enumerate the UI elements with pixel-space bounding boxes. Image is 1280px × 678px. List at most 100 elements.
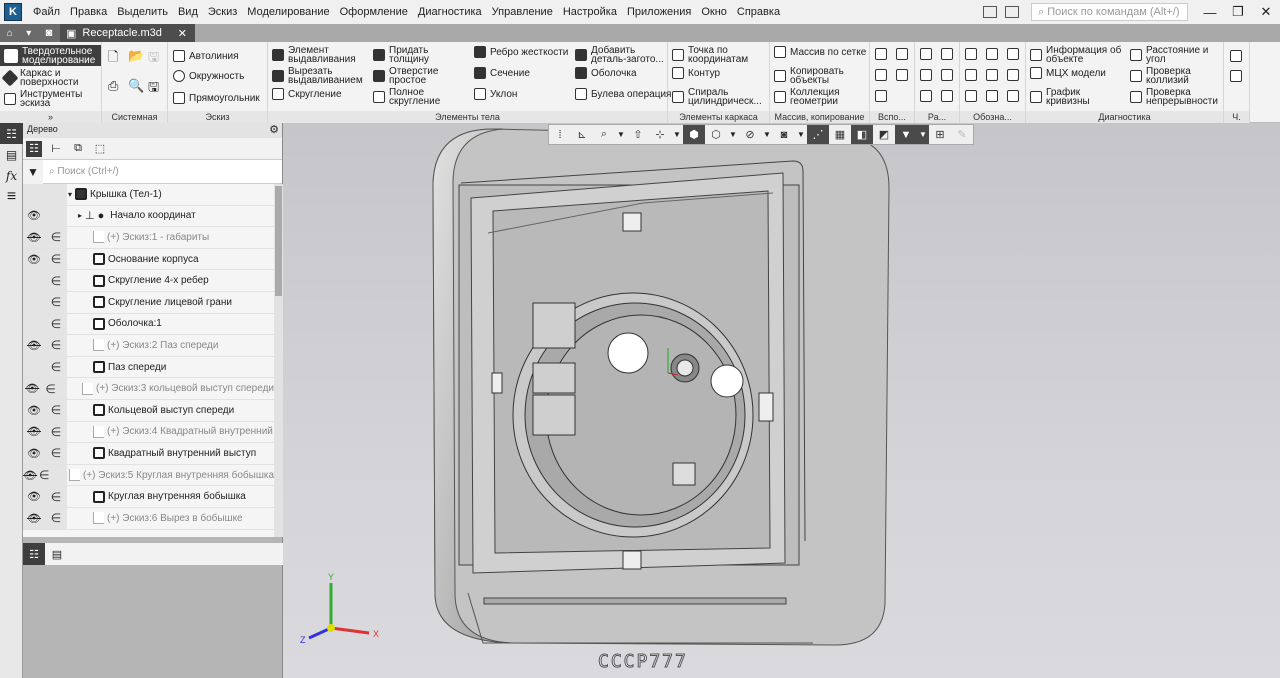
tool-icon[interactable]: [920, 69, 932, 81]
hide-dropdown[interactable]: ▼: [761, 130, 773, 139]
tool-icon[interactable]: [1007, 90, 1019, 102]
eye-icon[interactable]: 👁: [23, 447, 45, 460]
menu-item[interactable]: Управление: [487, 6, 558, 18]
tool-icon[interactable]: [986, 48, 998, 60]
expand-arrow-icon[interactable]: ▾: [67, 190, 75, 199]
tree-history-icon[interactable]: ⊢: [48, 141, 64, 157]
circle-button[interactable]: Окружность: [173, 70, 244, 82]
ribbon-button[interactable]: Вырезать выдавливанием: [272, 67, 369, 86]
menu-item[interactable]: Вид: [173, 6, 203, 18]
properties-panel-icon[interactable]: ▤: [0, 144, 23, 165]
properties-tab-icon[interactable]: ▤: [49, 546, 65, 562]
tool-icon[interactable]: [965, 90, 977, 102]
tool-icon[interactable]: [986, 90, 998, 102]
tree-row[interactable]: 👁 ∈ (+) Эскиз:3 кольцевой выступ спереди: [23, 378, 274, 400]
eye-icon[interactable]: 👁: [23, 382, 41, 395]
tool-icon[interactable]: [965, 69, 977, 81]
section-icon[interactable]: ▦: [829, 125, 851, 144]
tool-icon[interactable]: [920, 48, 932, 60]
close-tab-icon[interactable]: ✕: [178, 27, 187, 40]
minimize-button[interactable]: —: [1196, 5, 1224, 20]
tree-row[interactable]: ∈ Скругление лицевой грани: [23, 291, 274, 314]
visibility-icon[interactable]: ◙: [773, 125, 795, 144]
ribbon-button[interactable]: Добавить деталь-загото...: [575, 46, 672, 65]
ribbon-button[interactable]: Булева операция: [575, 88, 672, 100]
ribbon-button[interactable]: Спираль цилиндрическ...: [672, 88, 768, 107]
tree-parts-icon[interactable]: ⧉: [70, 141, 86, 157]
ribbon-button[interactable]: Копировать объекты: [774, 67, 868, 86]
ribbon-button[interactable]: Ребро жесткости: [474, 46, 571, 58]
new-file-icon[interactable]: 🗋: [108, 48, 128, 70]
ribbon-button[interactable]: Уклон: [474, 88, 571, 100]
chevron-down-icon[interactable]: ▾: [26, 28, 31, 39]
ribbon-button[interactable]: Проверка непрерывности: [1130, 88, 1226, 107]
visibility-dropdown[interactable]: ▼: [795, 130, 807, 139]
filter-dropdown[interactable]: ▼: [917, 125, 929, 144]
tree-row[interactable]: ▾ Крышка (Тел-1): [23, 184, 274, 206]
tree-row[interactable]: ∈ Оболочка:1: [23, 313, 274, 336]
menu-item[interactable]: Оформление: [335, 6, 413, 18]
ribbon-button[interactable]: Отверстие простое: [373, 67, 470, 86]
eye-icon[interactable]: 👁: [23, 425, 45, 438]
scroll-thumb[interactable]: [275, 186, 282, 296]
tool-icon[interactable]: [875, 90, 887, 102]
menu-item[interactable]: Правка: [65, 6, 112, 18]
ribbon-button[interactable]: Полное скругление: [373, 88, 470, 107]
ribbon-button[interactable]: Коллекция геометрии: [774, 88, 868, 107]
tree-tab-icon[interactable]: ☷: [23, 543, 45, 565]
wireframe-icon[interactable]: ⬡: [705, 125, 727, 144]
zoom-icon[interactable]: ⌕: [593, 125, 615, 144]
ribbon-button[interactable]: Оболочка: [575, 67, 672, 79]
menu-item[interactable]: Справка: [732, 6, 785, 18]
ribbon-button[interactable]: Контур: [672, 67, 768, 79]
expand-icon[interactable]: »: [0, 111, 101, 123]
filter-view-icon[interactable]: ▼: [895, 125, 917, 144]
mode-sketch-tools[interactable]: Инструменты эскиза: [0, 88, 101, 109]
ribbon-button[interactable]: График кривизны: [1030, 88, 1126, 107]
view-icon[interactable]: [1230, 50, 1242, 62]
menu-item[interactable]: Файл: [28, 6, 65, 18]
gear-icon[interactable]: ⚙: [269, 123, 279, 136]
tree-panel-icon[interactable]: ☷: [0, 123, 23, 144]
tree-row[interactable]: 👁 ∈ (+) Эскиз:4 Квадратный внутренний: [23, 421, 274, 444]
filter-icon[interactable]: ▼: [23, 159, 43, 184]
ribbon-button[interactable]: Элемент выдавливания: [272, 46, 369, 65]
close-button[interactable]: ✕: [1252, 4, 1280, 20]
eye-icon[interactable]: 👁: [23, 231, 45, 244]
tool-icon[interactable]: [1007, 69, 1019, 81]
tool-icon[interactable]: [965, 48, 977, 60]
ribbon-button[interactable]: МЦХ модели: [1030, 67, 1126, 79]
tool-icon[interactable]: [1007, 48, 1019, 60]
ribbon-button[interactable]: Информация об объекте: [1030, 46, 1126, 65]
tool-icon[interactable]: [941, 69, 953, 81]
perspective-icon[interactable]: ◧: [851, 125, 873, 144]
eye-icon[interactable]: 👁: [23, 253, 45, 266]
render-icon[interactable]: ◩: [873, 125, 895, 144]
tool-icon[interactable]: [941, 90, 953, 102]
tool-icon[interactable]: [896, 69, 908, 81]
tool-icon[interactable]: [875, 69, 887, 81]
tree-structure-icon[interactable]: ☷: [26, 140, 42, 157]
rectangle-button[interactable]: Прямоугольник: [173, 92, 260, 104]
tree-row[interactable]: 👁 ∈ Кольцевой выступ спереди: [23, 399, 274, 422]
tool-icon[interactable]: [920, 90, 932, 102]
axes-dropdown[interactable]: ▼: [671, 130, 683, 139]
tab-receptacle[interactable]: ▣ Receptacle.m3d ✕: [60, 24, 195, 42]
tree-scrollbar[interactable]: [274, 184, 283, 537]
ribbon-button[interactable]: Проверка коллизий: [1130, 67, 1226, 86]
pan-icon[interactable]: ⇧: [627, 125, 649, 144]
zoom-dropdown[interactable]: ▼: [615, 130, 627, 139]
constraints-icon[interactable]: ⋰: [807, 125, 829, 144]
3d-viewport[interactable]: Y X Z ⁞ ⊾ ⌕ ▼ ⇧ ⊹ ▼ ⬢ ⬡ ▼ ⊘ ▼ ◙ ▼ ⋰ ▦ ◧ ◩ ▼ ▼ …: [283, 123, 1280, 678]
tool-icon[interactable]: [986, 69, 998, 81]
tree-row[interactable]: 👁 ▸ ⊥ ● Начало координат: [23, 205, 274, 228]
tree-row[interactable]: 👁 ∈ (+) Эскиз:5 Круглая внутренняя бобышка: [23, 464, 274, 487]
menu-item[interactable]: Моделирование: [242, 6, 334, 18]
axes-icon[interactable]: ⊹: [649, 125, 671, 144]
open-icon[interactable]: 📂: [128, 48, 148, 70]
ribbon-button[interactable]: Расстояние и угол: [1130, 46, 1226, 65]
eye-icon[interactable]: 👁: [23, 404, 45, 417]
tree-row[interactable]: ∈ Скругление 4-х ребер: [23, 270, 274, 292]
save-as-icon[interactable]: 🖫: [148, 78, 168, 100]
display-dropdown[interactable]: ▼: [727, 130, 739, 139]
